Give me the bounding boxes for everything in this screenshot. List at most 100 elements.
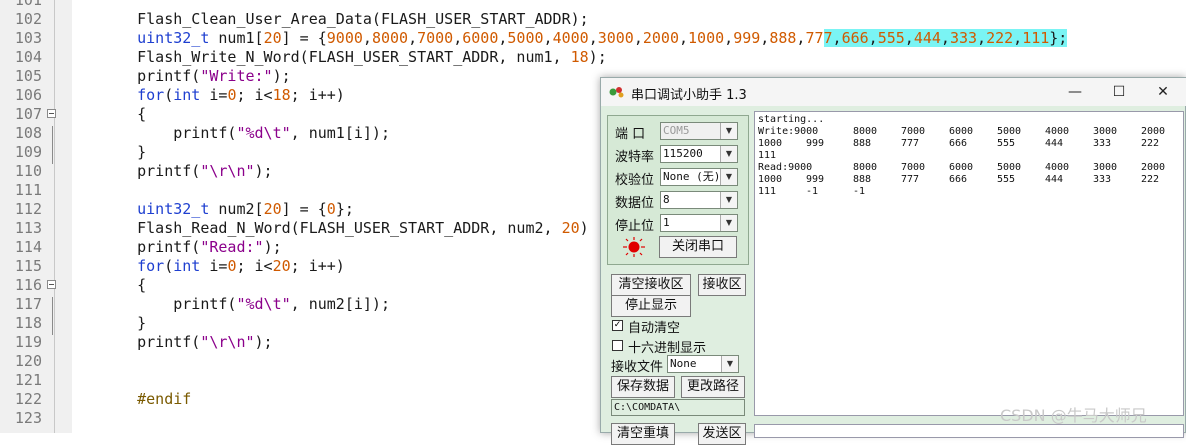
minimize-button[interactable]: —: [1055, 82, 1095, 102]
databits-select[interactable]: 8 ▼: [660, 191, 738, 209]
fold-toggle-icon[interactable]: [47, 109, 56, 118]
recv-value: 2000: [1141, 162, 1166, 173]
window-title: 串口调试小助手 1.3: [631, 88, 747, 103]
change-path-button[interactable]: 更改路径: [681, 376, 745, 398]
recv-value: 444: [1045, 138, 1064, 149]
fold-guide: [52, 126, 53, 164]
save-path-field[interactable]: C:\COMDATA\: [611, 399, 745, 416]
title-bar[interactable]: 串口调试小助手 1.3 — ☐ ✕: [601, 78, 1186, 106]
recv-file-label: 接收文件: [611, 360, 664, 375]
line-number: 105: [14, 67, 42, 85]
code-text: for(int i=0; i<18; i++): [137, 86, 345, 104]
recv-value: 999: [806, 174, 825, 185]
recv-text: Write:9000: [758, 126, 819, 137]
line-number: 120: [14, 352, 42, 370]
line-number: 106: [14, 86, 42, 104]
send-area-label: 发送区: [698, 423, 746, 445]
clear-resend-button[interactable]: 清空重填: [611, 423, 675, 445]
recv-text: Read:9000: [758, 162, 813, 173]
recv-value: 4000: [1045, 162, 1070, 173]
stopbits-label: 停止位: [615, 219, 655, 234]
recv-value: 3000: [1093, 162, 1118, 173]
port-label: 端 口: [615, 127, 646, 142]
recv-value: 7000: [901, 126, 926, 137]
recv-value: 888: [853, 174, 872, 185]
recv-text: 1000: [758, 174, 783, 185]
recv-value: 2000: [1141, 126, 1166, 137]
baud-select[interactable]: 115200 ▼: [660, 145, 738, 163]
recv-value: 777: [901, 174, 920, 185]
code-text: #endif: [101, 390, 192, 408]
recv-value: 8000: [853, 126, 878, 137]
fold-toggle-icon[interactable]: [47, 280, 56, 289]
recv-value: 333: [1093, 174, 1112, 185]
recv-value: 8000: [853, 162, 878, 173]
code-text: {: [101, 276, 147, 294]
line-number: 102: [14, 10, 42, 28]
serial-assistant-window[interactable]: 串口调试小助手 1.3 — ☐ ✕ 端 口 COM5 ▼ 波特率 115200 ▼ …: [600, 77, 1186, 445]
line-number: 109: [14, 143, 42, 161]
app-icon: [609, 87, 624, 98]
line-number: 117: [14, 295, 42, 313]
line-number: 103: [14, 29, 42, 47]
recv-value: -1: [806, 186, 819, 197]
databits-label: 数据位: [615, 196, 655, 211]
recv-line: starting...: [758, 114, 1180, 126]
auto-clear-checkbox[interactable]: ✓: [612, 320, 623, 331]
recv-value: -1: [853, 186, 866, 197]
recv-value: 666: [949, 174, 968, 185]
recv-text: starting...: [758, 114, 825, 125]
port-settings-panel: 端 口 COM5 ▼ 波特率 115200 ▼ 校验位 None (无) ▼ 数据位 …: [607, 115, 749, 265]
line-number: 123: [14, 409, 42, 427]
line-number: 111: [14, 181, 42, 199]
recv-text: 111: [758, 150, 777, 161]
line-number: 108: [14, 124, 42, 142]
code-line: 104 Flash_Write_N_Word(FLASH_USER_START_…: [0, 48, 1186, 67]
code-text: uint32_t num2[20] = {0};: [137, 200, 354, 218]
maximize-button[interactable]: ☐: [1099, 82, 1139, 102]
code-text: {: [101, 105, 147, 123]
clear-recv-button[interactable]: 清空接收区: [611, 274, 691, 296]
parity-select[interactable]: None (无) ▼: [660, 168, 738, 186]
watermark: CSDN @牛马大师兄: [1000, 406, 1147, 425]
line-number: 122: [14, 390, 42, 408]
code-line: 103 uint32_t num1[20] = {9000,8000,7000,…: [0, 29, 1186, 48]
chevron-down-icon: ▼: [720, 215, 737, 231]
line-number: 116: [14, 276, 42, 294]
line-number: 118: [14, 314, 42, 332]
close-port-button[interactable]: 关闭串口: [659, 236, 737, 258]
line-number: 121: [14, 371, 42, 389]
line-number: 107: [14, 105, 42, 123]
recv-line: Write:9000 8000 7000 6000 5000 4000 3000 2000: [758, 126, 1180, 138]
recv-value: 666: [949, 138, 968, 149]
recv-value: 5000: [997, 126, 1022, 137]
chevron-down-icon: ▼: [720, 123, 737, 139]
recv-line: 111 -1 -1: [758, 186, 1180, 198]
recv-value: 6000: [949, 162, 974, 173]
recv-value: 5000: [997, 162, 1022, 173]
recv-value: 222: [1141, 138, 1160, 149]
stop-display-button[interactable]: 停止显示: [611, 295, 691, 317]
chevron-down-icon: ▼: [720, 192, 737, 208]
recv-file-select[interactable]: None ▼: [667, 355, 739, 373]
port-select[interactable]: COM5 ▼: [660, 122, 738, 140]
code-text: for(int i=0; i<20; i++): [137, 257, 345, 275]
code-text: printf("\r\n");: [101, 333, 273, 351]
recv-line: 1000 999 888 777 666 555 444 333 222: [758, 174, 1180, 186]
code-text: Flash_Clean_User_Area_Data(FLASH_USER_ST…: [101, 10, 589, 28]
recv-value: 7000: [901, 162, 926, 173]
recv-value: 555: [997, 138, 1016, 149]
send-textarea[interactable]: [754, 424, 1184, 438]
port-status-led-icon: [623, 237, 645, 257]
close-button[interactable]: ✕: [1143, 82, 1183, 102]
receive-textarea[interactable]: starting... Write:9000 8000 7000 6000 5000 400…: [754, 111, 1184, 416]
code-text: }: [101, 143, 147, 161]
recv-value: 3000: [1093, 126, 1118, 137]
line-number: 115: [14, 257, 42, 275]
code-text: printf("Read:");: [101, 238, 282, 256]
hex-display-checkbox[interactable]: [612, 340, 623, 351]
stopbits-select[interactable]: 1 ▼: [660, 214, 738, 232]
code-line: 102 Flash_Clean_User_Area_Data(FLASH_USE…: [0, 10, 1186, 29]
recv-value: 333: [1093, 138, 1112, 149]
save-data-button[interactable]: 保存数据: [611, 376, 675, 398]
